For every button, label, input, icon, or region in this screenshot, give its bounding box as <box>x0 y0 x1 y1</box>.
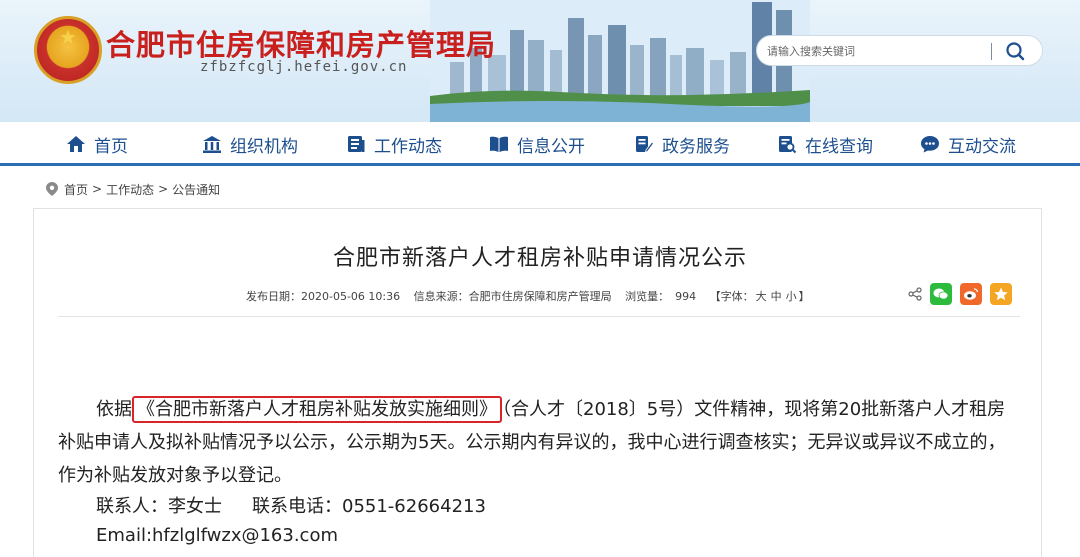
font-size-control: 【字体：大中小】 <box>710 290 810 303</box>
edit-doc-icon <box>634 134 655 154</box>
font-size-label: 【字体： <box>709 290 754 303</box>
search-button[interactable] <box>1001 40 1031 62</box>
para-prefix: 依据 <box>96 399 132 420</box>
home-icon <box>66 134 86 154</box>
meta-divider <box>58 316 1020 317</box>
nav-item-label: 工作动态 <box>374 136 442 157</box>
font-size-large[interactable]: 大 <box>756 290 767 303</box>
breadcrumb-home[interactable]: 首页 <box>64 181 88 198</box>
nav-item-label: 首页 <box>94 136 128 157</box>
font-size-close: 】 <box>798 290 810 303</box>
search-icon <box>1006 42 1025 61</box>
weibo-share-icon[interactable] <box>960 283 982 305</box>
nav-item-info-disclosure[interactable]: 信息公开 <box>489 132 585 157</box>
view-count-label: 浏览量： <box>625 290 670 303</box>
nav-item-online-query[interactable]: 在线查询 <box>777 132 873 157</box>
nav-item-label: 政务服务 <box>662 136 730 157</box>
nav-item-interaction[interactable]: 互动交流 <box>920 132 1016 157</box>
font-size-small[interactable]: 小 <box>786 290 797 303</box>
breadcrumb-work-news[interactable]: 工作动态 <box>106 181 154 198</box>
breadcrumb: 首页 > 工作动态 > 公告通知 <box>46 180 220 198</box>
building-icon <box>202 134 222 154</box>
nav-item-label: 互动交流 <box>948 136 1016 157</box>
search-doc-icon <box>777 134 797 154</box>
article-meta: 发布日期：2020-05-06 10:36 信息来源：合肥市住房保障和房产管理局… <box>246 288 820 304</box>
header-banner: ★ 合肥市住房保障和房产管理局 zfbzfcglj.hefei.gov.cn <box>0 0 1080 122</box>
search-box <box>756 35 1043 66</box>
publish-date: 发布日期：2020-05-06 10:36 <box>246 290 401 303</box>
breadcrumb-separator: > <box>92 182 103 196</box>
contact-phone: 联系电话：0551-62664213 <box>252 496 486 517</box>
view-count-value: 994 <box>675 290 697 303</box>
article-paragraph: 依据 《合肥市新落户人才租房补贴发放实施细则》 （合人才〔2018〕5号）文件精神，… <box>58 393 1018 492</box>
nav-item-gov-services[interactable]: 政务服务 <box>634 132 730 157</box>
contact-line: 联系人：李女士 联系电话：0551-62664213 <box>96 492 486 518</box>
breadcrumb-announcements[interactable]: 公告通知 <box>172 181 220 198</box>
info-source: 信息来源：合肥市住房保障和房产管理局 <box>413 290 612 303</box>
site-domain: zfbzfcglj.hefei.gov.cn <box>200 59 408 75</box>
national-emblem-logo: ★ <box>34 16 102 84</box>
contact-person: 联系人：李女士 <box>96 496 222 517</box>
contact-email: Email:hfzlglfwzx@163.com <box>96 525 338 546</box>
nav-item-organization[interactable]: 组织机构 <box>202 132 298 157</box>
nav-item-label: 组织机构 <box>230 136 298 157</box>
main-nav: 首页 组织机构 工作动态 信息公开 政务服务 在线查询 互动交流 <box>0 122 1080 166</box>
font-size-medium[interactable]: 中 <box>771 290 782 303</box>
chat-icon <box>920 134 940 154</box>
location-pin-icon <box>46 182 58 196</box>
regulation-title-highlight: 《合肥市新落户人才租房补贴发放实施细则》 <box>132 396 502 423</box>
breadcrumb-separator: > <box>158 182 169 196</box>
qzone-share-icon[interactable] <box>990 283 1012 305</box>
nav-item-home[interactable]: 首页 <box>66 132 128 157</box>
view-count: 浏览量： 994 <box>625 290 696 303</box>
news-icon <box>346 134 366 154</box>
share-icon[interactable] <box>908 287 922 301</box>
search-divider <box>991 43 992 60</box>
wechat-share-icon[interactable] <box>930 283 952 305</box>
search-input[interactable] <box>767 41 987 61</box>
nav-item-label: 信息公开 <box>517 136 585 157</box>
site-title[interactable]: 合肥市住房保障和房产管理局 <box>106 22 496 64</box>
nav-item-label: 在线查询 <box>805 136 873 157</box>
article-title: 合肥市新落户人才租房补贴申请情况公示 <box>332 246 747 271</box>
star-icon: ★ <box>59 25 77 49</box>
share-bar <box>908 283 1012 305</box>
book-icon <box>489 134 509 154</box>
nav-item-work-news[interactable]: 工作动态 <box>346 132 442 157</box>
